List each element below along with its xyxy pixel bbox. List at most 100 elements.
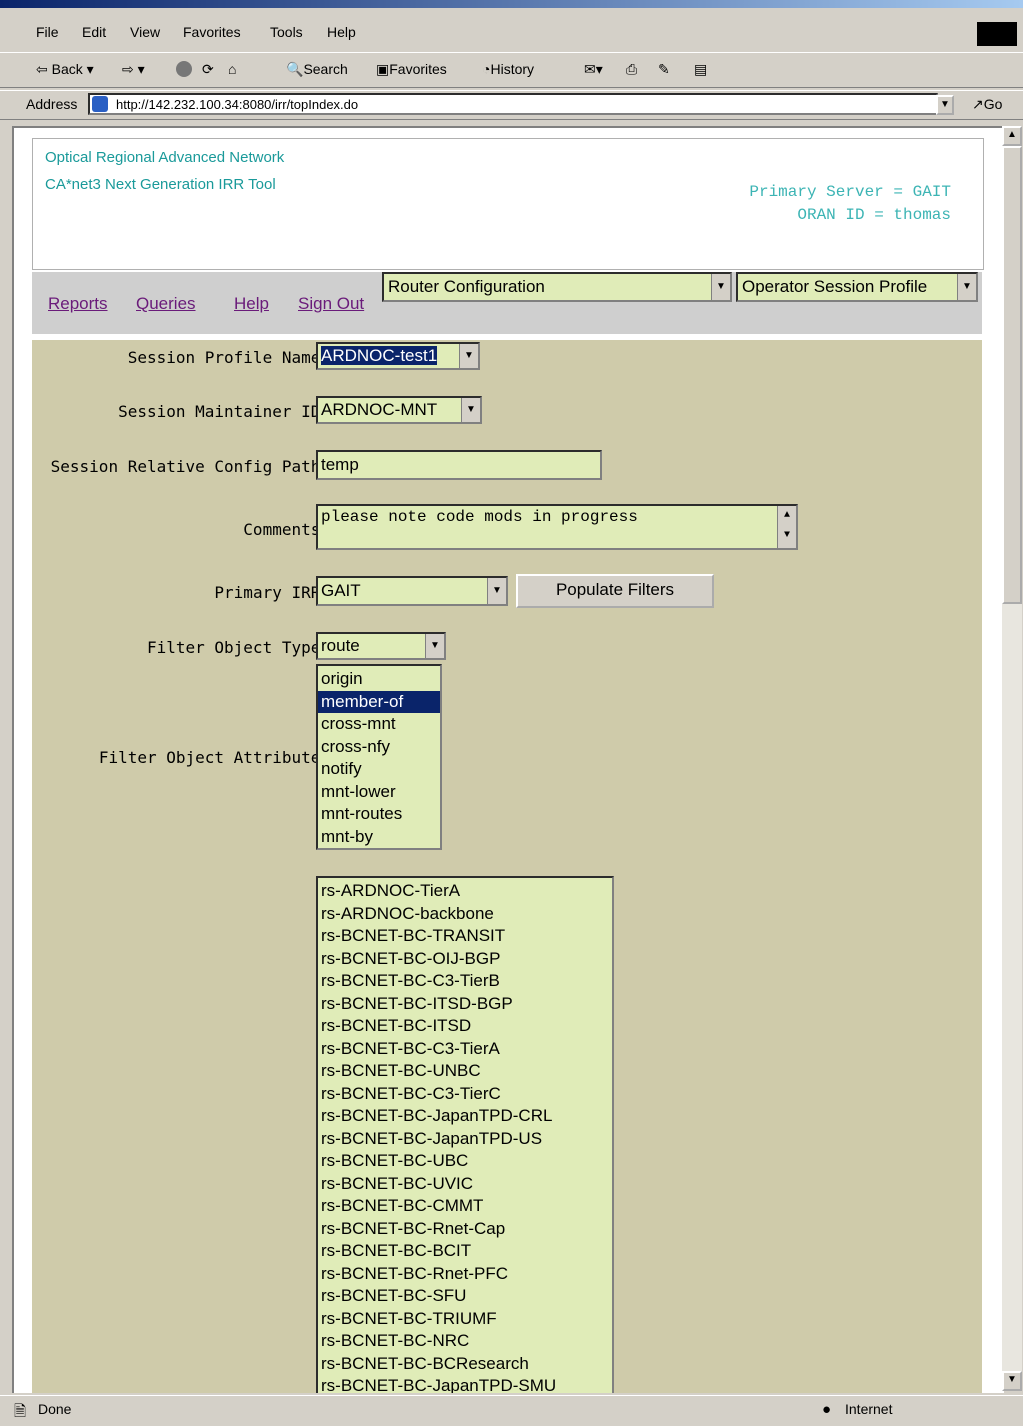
filter-option[interactable]: rs-BCNET-BC-TRIUMF: [318, 1308, 612, 1331]
go-arrow-icon: ↗: [972, 96, 984, 112]
edit-icon[interactable]: ✎: [658, 61, 670, 78]
attribute-option[interactable]: cross-nfy: [318, 736, 440, 759]
chevron-down-icon: ▼: [957, 274, 976, 300]
populate-filters-button[interactable]: Populate Filters: [516, 574, 714, 608]
filter-option[interactable]: rs-BCNET-BC-SFU: [318, 1285, 612, 1308]
filter-option[interactable]: rs-BCNET-BC-JapanTPD-SMU: [318, 1375, 612, 1393]
refresh-icon[interactable]: ⟳: [202, 61, 214, 78]
filter-option[interactable]: rs-BCNET-BC-C3-TierB: [318, 970, 612, 993]
status-bar: 🗎 Done ● Internet: [0, 1395, 1023, 1422]
signout-link[interactable]: Sign Out: [298, 294, 364, 314]
menu-edit[interactable]: Edit: [82, 24, 106, 40]
primary-server: Primary Server = GAIT: [749, 183, 951, 201]
menu-tools[interactable]: Tools: [270, 24, 303, 40]
object-type-select[interactable]: route ▼: [316, 632, 446, 660]
page-icon: [92, 96, 108, 112]
filter-option[interactable]: rs-BCNET-BC-JapanTPD-US: [318, 1128, 612, 1151]
back-arrow-icon: ⇦: [36, 61, 48, 77]
forward-button[interactable]: ⇨ ▾: [122, 61, 145, 78]
maintainer-select[interactable]: ARDNOC-MNT ▼: [316, 396, 482, 424]
function-select[interactable]: Operator Session Profile ▼: [736, 272, 978, 302]
profile-label: Session Profile Name:: [127, 348, 330, 367]
header-panel: Optical Regional Advanced Network CA*net…: [32, 138, 984, 270]
form-area: Session Profile Name: ARDNOC-test1 ▼ Ses…: [32, 340, 982, 1393]
go-button[interactable]: ↗Go: [972, 96, 1002, 113]
filter-option[interactable]: rs-BCNET-BC-JapanTPD-CRL: [318, 1105, 612, 1128]
chevron-down-icon: ▼: [711, 274, 730, 300]
attribute-option[interactable]: mnt-routes: [318, 803, 440, 826]
address-label: Address: [26, 96, 78, 112]
favorites-icon: ▣: [376, 61, 390, 77]
filter-option[interactable]: rs-BCNET-BC-C3-TierA: [318, 1038, 612, 1061]
scroll-thumb[interactable]: [1002, 146, 1022, 604]
windows-logo-icon: [977, 22, 1017, 46]
attribute-option[interactable]: notify: [318, 758, 440, 781]
filter-option[interactable]: rs-BCNET-BC-BCIT: [318, 1240, 612, 1263]
menu-favorites[interactable]: Favorites: [183, 24, 241, 40]
filter-option[interactable]: rs-BCNET-BC-C3-TierC: [318, 1083, 612, 1106]
reports-link[interactable]: Reports: [48, 294, 108, 314]
filter-option[interactable]: rs-BCNET-BC-UBC: [318, 1150, 612, 1173]
search-button[interactable]: 🔍Search: [286, 61, 348, 78]
filter-option[interactable]: rs-BCNET-BC-Rnet-Cap: [318, 1218, 612, 1241]
filter-option[interactable]: rs-BCNET-BC-UVIC: [318, 1173, 612, 1196]
attribute-option[interactable]: cross-mnt: [318, 713, 440, 736]
filter-option[interactable]: rs-BCNET-BC-TRANSIT: [318, 925, 612, 948]
favorites-button[interactable]: ▣Favorites: [376, 61, 447, 78]
menu-help[interactable]: Help: [327, 24, 356, 40]
attribute-option[interactable]: mnt-by: [318, 826, 440, 849]
irr-select[interactable]: GAIT ▼: [316, 576, 508, 606]
back-button[interactable]: ⇦ Back ▾: [36, 61, 94, 78]
attribute-label: Filter Object Attribute:: [98, 748, 330, 767]
filter-option[interactable]: rs-BCNET-BC-UNBC: [318, 1060, 612, 1083]
filter-option[interactable]: rs-BCNET-BC-Rnet-PFC: [318, 1263, 612, 1286]
history-button[interactable]: ◔History: [482, 61, 534, 77]
chevron-down-icon: ▼: [425, 634, 444, 658]
filter-option[interactable]: rs-BCNET-BC-OIJ-BGP: [318, 948, 612, 971]
window-title-bar: [0, 0, 1023, 8]
search-icon: 🔍: [286, 61, 304, 77]
page-done-icon: 🗎: [14, 1403, 27, 1420]
menu-bar: File Edit View Favorites Tools Help: [0, 18, 1023, 48]
mail-icon[interactable]: ✉▾: [584, 61, 603, 78]
attribute-option[interactable]: origin: [318, 668, 440, 691]
filter-option[interactable]: rs-BCNET-BC-BCResearch: [318, 1353, 612, 1376]
menu-file[interactable]: File: [36, 24, 59, 40]
module-select[interactable]: Router Configuration ▼: [382, 272, 732, 302]
comments-textarea[interactable]: please note code mods in progress ▲ ▼: [316, 504, 798, 550]
chevron-down-icon: ▼: [459, 344, 478, 368]
address-input[interactable]: http://142.232.100.34:8080/irr/topIndex.…: [88, 93, 938, 115]
config-path-input[interactable]: temp: [316, 450, 602, 480]
maintainer-label: Session Maintainer ID:: [118, 402, 330, 421]
tool-name: CA*net3 Next Generation IRR Tool: [45, 176, 276, 193]
filters-listbox[interactable]: rs-ARDNOC-TierA rs-ARDNOC-backbone rs-BCNE…: [316, 876, 614, 1393]
address-dropdown-icon[interactable]: ▼: [936, 95, 954, 115]
filter-option[interactable]: rs-BCNET-BC-ITSD: [318, 1015, 612, 1038]
nav-bar: Reports Queries Help Sign Out Router Con…: [32, 272, 982, 334]
discuss-icon[interactable]: ▤: [694, 61, 707, 78]
stop-icon[interactable]: [176, 61, 194, 77]
attribute-option[interactable]: member-of: [318, 690, 440, 713]
profile-select[interactable]: ARDNOC-test1 ▼: [316, 342, 480, 370]
textarea-scroll-icon[interactable]: ▲ ▼: [777, 506, 796, 548]
security-zone: Internet: [845, 1401, 893, 1417]
filter-option[interactable]: rs-ARDNOC-backbone: [318, 903, 612, 926]
object-type-label: Filter Object Type:: [146, 638, 330, 657]
attribute-listbox[interactable]: origin member-of cross-mnt cross-nfy notify m…: [316, 664, 442, 850]
menu-view[interactable]: View: [130, 24, 160, 40]
toolbar: ⇦ Back ▾ ⇨ ▾ ⟳ ⌂ 🔍Search ▣Favorites ◔His…: [0, 52, 1023, 88]
chevron-down-icon: ▼: [461, 398, 480, 422]
filter-option[interactable]: rs-BCNET-BC-ITSD-BGP: [318, 993, 612, 1016]
attribute-option[interactable]: mnt-lower: [318, 781, 440, 804]
filter-option[interactable]: rs-BCNET-BC-CMMT: [318, 1195, 612, 1218]
internet-zone-icon: ●: [822, 1401, 832, 1418]
home-icon[interactable]: ⌂: [228, 61, 236, 77]
scroll-up-icon[interactable]: ▲: [1002, 126, 1022, 146]
print-icon[interactable]: ⎙: [626, 61, 637, 78]
filter-option[interactable]: rs-BCNET-BC-NRC: [318, 1330, 612, 1353]
help-link[interactable]: Help: [234, 294, 269, 314]
scroll-down-icon[interactable]: ▼: [1002, 1371, 1022, 1391]
status-text: Done: [38, 1401, 72, 1417]
queries-link[interactable]: Queries: [136, 294, 196, 314]
filter-option[interactable]: rs-ARDNOC-TierA: [318, 880, 612, 903]
